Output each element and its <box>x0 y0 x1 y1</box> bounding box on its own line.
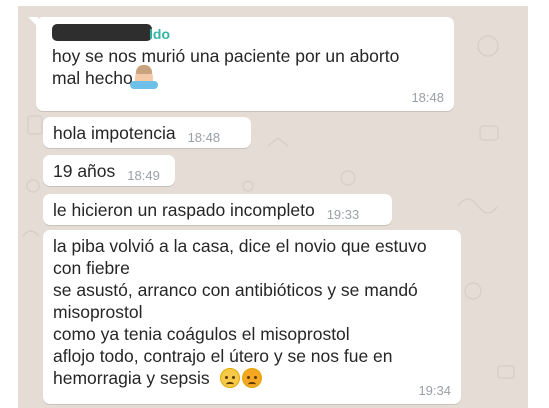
message-text: 19 años <box>53 161 116 181</box>
message-bubble-3[interactable]: 19 años 18:49 <box>43 155 175 186</box>
message-text: la piba volvió a la casa, dice el novio … <box>53 236 427 388</box>
message-bubble-4[interactable]: le hicieron un raspado incompleto 19:33 <box>43 194 392 225</box>
angry-face-icon <box>242 368 263 388</box>
message-time: 19:33 <box>326 207 360 222</box>
message-bubble-2[interactable]: hola impotencia 18:48 <box>43 117 251 148</box>
message-time: 18:48 <box>411 90 444 105</box>
chat-area: ldo hoy se nos murió una paciente por un… <box>18 6 528 408</box>
message-time: 18:48 <box>187 130 221 145</box>
message-text: le hicieron un raspado incompleto <box>53 200 315 220</box>
message-time: 19:34 <box>418 383 451 398</box>
message-text: hola impotencia <box>53 123 176 143</box>
person-shrugging-icon <box>129 65 158 89</box>
sender-header[interactable]: ldo <box>52 23 444 43</box>
redacted-sender-name <box>52 24 152 41</box>
message-text: hoy se nos murió una paciente por un abo… <box>52 46 400 88</box>
message-bubble-1[interactable]: ldo hoy se nos murió una paciente por un… <box>28 17 454 111</box>
bubble-tail <box>28 17 38 27</box>
message-time: 18:49 <box>127 168 160 183</box>
disappointed-face-icon <box>220 368 241 388</box>
sender-name[interactable]: ldo <box>149 23 170 45</box>
message-bubble-5[interactable]: la piba volvió a la casa, dice el novio … <box>43 230 461 404</box>
